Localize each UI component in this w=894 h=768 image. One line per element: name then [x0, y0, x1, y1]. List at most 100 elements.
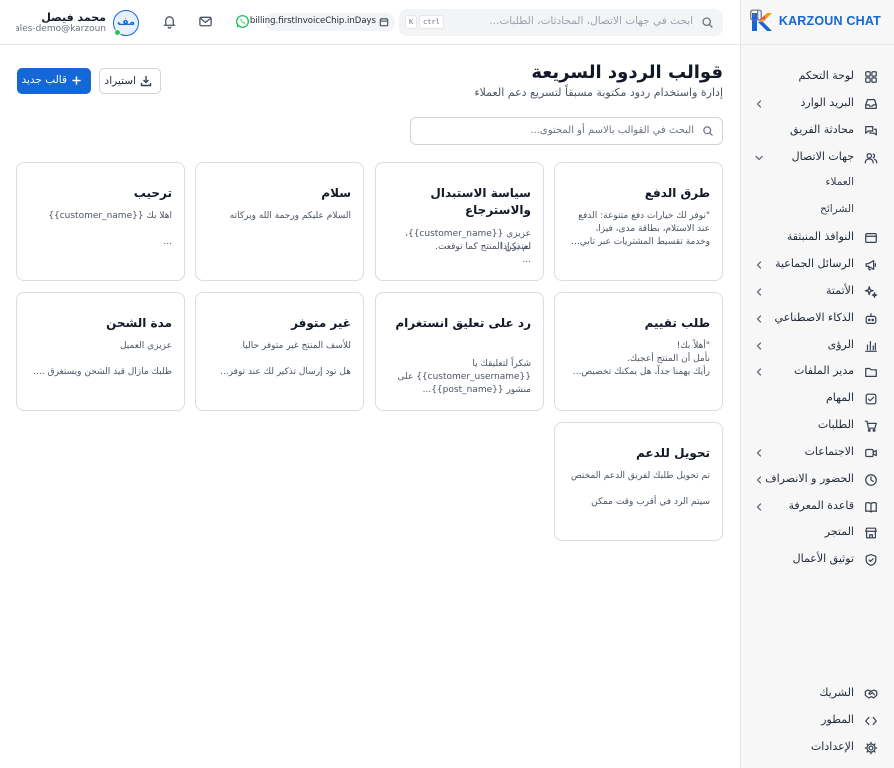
template-preview-line: اهلا بك {{customer_name}} [48, 211, 172, 221]
import-button[interactable]: استيراد [99, 68, 161, 94]
sidebar-item-book[interactable]: قاعدة المعرفة [740, 494, 894, 520]
billing-chip-label: billing.firstInvoiceChip.inDays [249, 16, 376, 26]
online-status-dot [114, 29, 121, 36]
template-title: ترحيب [133, 186, 172, 200]
template-card[interactable]: رد على تعليق انستغرام شكراً لتعليقك يا {{c… [375, 292, 544, 411]
template-preview-line: عند الاستلام، بطاقة مدى، فيزا، [595, 224, 710, 234]
sidebar-item-label: الشرائح [820, 203, 854, 216]
sidebar-item-cart[interactable]: الطلبات [740, 413, 894, 439]
sidebar-item-task-check[interactable]: المهام [740, 386, 894, 412]
whatsapp-icon[interactable] [235, 14, 250, 29]
global-search-input[interactable]: ابحث في جهات الاتصال، المحادثات، الطلبات… [399, 9, 723, 36]
sidebar-item-store[interactable]: المتجر [740, 520, 894, 546]
brand[interactable]: KARZOUN CHAT [740, 7, 894, 37]
template-preview-line: هل تود إرسال تذكير لك عند توفر... [220, 367, 351, 377]
sidebar-item-label: الحضور و الانصراف [765, 471, 854, 485]
template-card[interactable]: سلام السلام عليكم ورحمة الله وبركاته [195, 162, 364, 281]
chevron-down-icon [755, 155, 763, 160]
dashboard-icon [865, 71, 877, 83]
sidebar-item-clock[interactable]: الحضور و الانصراف [740, 467, 894, 493]
sidebar-item-label: الشريك [819, 686, 854, 699]
sidebar-divider [740, 44, 894, 45]
bot-icon [865, 312, 877, 324]
sidebar-item-dashboard[interactable]: لوحة التحكم [740, 64, 894, 90]
top-bar: ابحث في جهات الاتصال، المحادثات، الطلبات… [0, 0, 740, 45]
sidebar-item-label: الإعدادات [810, 740, 854, 753]
sidebar-item-label: الاجتماعات [804, 444, 854, 458]
template-card[interactable]: ترحيب اهلا بك {{customer_name}}... [16, 162, 185, 281]
sidebar-item-shield-check[interactable]: توثيق الأعمال [740, 547, 894, 573]
sidebar-item-sparkles[interactable]: الأتمتة [740, 279, 894, 305]
sidebar-item-label: المتجر [824, 525, 854, 539]
sidebar-item-code[interactable]: المطور [740, 708, 894, 734]
sidebar-item-label: العملاء [825, 176, 854, 189]
template-title: رد على تعليق انستغرام [395, 316, 531, 330]
sidebar-item-megaphone[interactable]: الرسائل الجماعية [740, 252, 894, 278]
sidebar-item-folder[interactable]: مدير الملفات [740, 359, 894, 385]
sidebar-item-label: البريد الوارد [800, 95, 855, 109]
book-icon [865, 501, 877, 513]
sidebar-item-sub-5[interactable]: الشرائح [740, 198, 894, 224]
template-title: سياسة الاستبدال والاسترجاع [430, 186, 531, 217]
billing-chip[interactable]: billing.firstInvoiceChip.inDays [250, 13, 395, 31]
template-title: طلب تقييم [644, 316, 710, 330]
sidebar-item-sub-4[interactable]: العملاء [740, 171, 894, 197]
shield-check-icon [865, 554, 877, 567]
sidebar-item-inbox[interactable]: البريد الوارد [740, 91, 894, 117]
template-card[interactable]: طرق الدفع "نوفر لك خيارات دفع متنوعة: الد… [554, 162, 723, 281]
template-card[interactable]: طلب تقييم "أهلاً بك! نأمل أن المنتج أعجبك.… [554, 292, 723, 411]
sidebar-item-label: الطلبات [817, 418, 854, 432]
mail-icon[interactable] [198, 14, 213, 29]
handshake-icon [864, 689, 878, 699]
sidebar-item-label: المطور [821, 713, 854, 726]
search-icon [702, 17, 713, 28]
sidebar-item-popup[interactable]: النوافذ المنبثقة [740, 225, 894, 251]
chevron-left-icon [756, 368, 762, 377]
template-preview-line: منشور {{post_name}}... [422, 385, 531, 395]
chevron-left-icon [756, 100, 762, 108]
template-title: طرق الدفع [644, 186, 710, 200]
calendar-icon [379, 17, 389, 27]
chevron-left-icon [756, 314, 762, 323]
sidebar-item-bot[interactable]: الذكاء الاصطناعي [740, 306, 894, 332]
template-card[interactable]: تحويل للدعم تم تحويل طلبك لفريق الدعم الم… [554, 422, 723, 541]
chevron-left-icon [756, 341, 762, 350]
template-search-input[interactable]: البحث في القوالب بالاسم أو المحتوى... [410, 117, 723, 145]
sidebar-collapse-icon[interactable] [749, 8, 763, 22]
chevron-left-icon [756, 476, 762, 484]
sidebar-item-contacts[interactable]: جهات الاتصال [740, 145, 894, 171]
sidebar-item-team-chat[interactable]: محادثة الفريق [740, 118, 894, 144]
chevron-left-icon [756, 502, 762, 511]
template-search-placeholder: البحث في القوالب بالاسم أو المحتوى... [530, 125, 694, 136]
user-name: محمد فيصل [41, 11, 106, 24]
sidebar-item-bar-chart[interactable]: الرؤى [740, 333, 894, 359]
user-email: sales-demo@karzoun... [16, 24, 106, 34]
store-icon [865, 528, 877, 539]
chevron-left-icon [756, 261, 762, 269]
page-title: قوالب الردود السريعة [531, 62, 723, 83]
folder-icon [865, 368, 877, 378]
sidebar-item-label: جهات الاتصال [791, 149, 854, 163]
sidebar: KARZOUN CHAT لوحة التحكم البريد الوارد محا… [740, 0, 894, 768]
template-card[interactable]: غير متوفر للأسف المنتج غير متوفر حاليا هل … [195, 292, 364, 411]
sidebar-item-gear[interactable]: الإعدادات [740, 735, 894, 761]
template-preview-line: ... [163, 237, 172, 247]
template-card[interactable]: سياسة الاستبدال والاسترجاع عزيزي {{custom… [375, 162, 544, 281]
sidebar-item-label: الذكاء الاصطناعي [774, 310, 854, 324]
sidebar-item-video[interactable]: الاجتماعات [740, 440, 894, 466]
new-template-button[interactable]: قالب جديد [17, 68, 91, 94]
template-preview-line: سيتم الرد في أقرب وقت ممكن [591, 497, 710, 507]
sidebar-item-handshake[interactable]: الشريك [740, 681, 894, 707]
template-preview-line: {{customer_username}} على [397, 372, 531, 382]
sidebar-item-label: المهام [826, 391, 854, 405]
template-preview-line: السلام عليكم ورحمة الله وبركاته [229, 211, 351, 221]
import-label: استيراد [104, 75, 136, 87]
template-preview-line: للأسف المنتج غير متوفر حاليا [242, 341, 351, 351]
template-preview-line: عزيزي العميل [119, 341, 172, 351]
clock-icon [865, 473, 877, 486]
bell-icon[interactable] [162, 14, 177, 29]
template-card[interactable]: مدة الشحن عزيزي العميل طلبك مازال قيد الشح… [16, 292, 185, 411]
team-chat-icon [865, 125, 877, 136]
template-preview-line: تم تحويل طلبك لفريق الدعم المختص [570, 471, 710, 481]
sparkles-icon [864, 285, 878, 298]
